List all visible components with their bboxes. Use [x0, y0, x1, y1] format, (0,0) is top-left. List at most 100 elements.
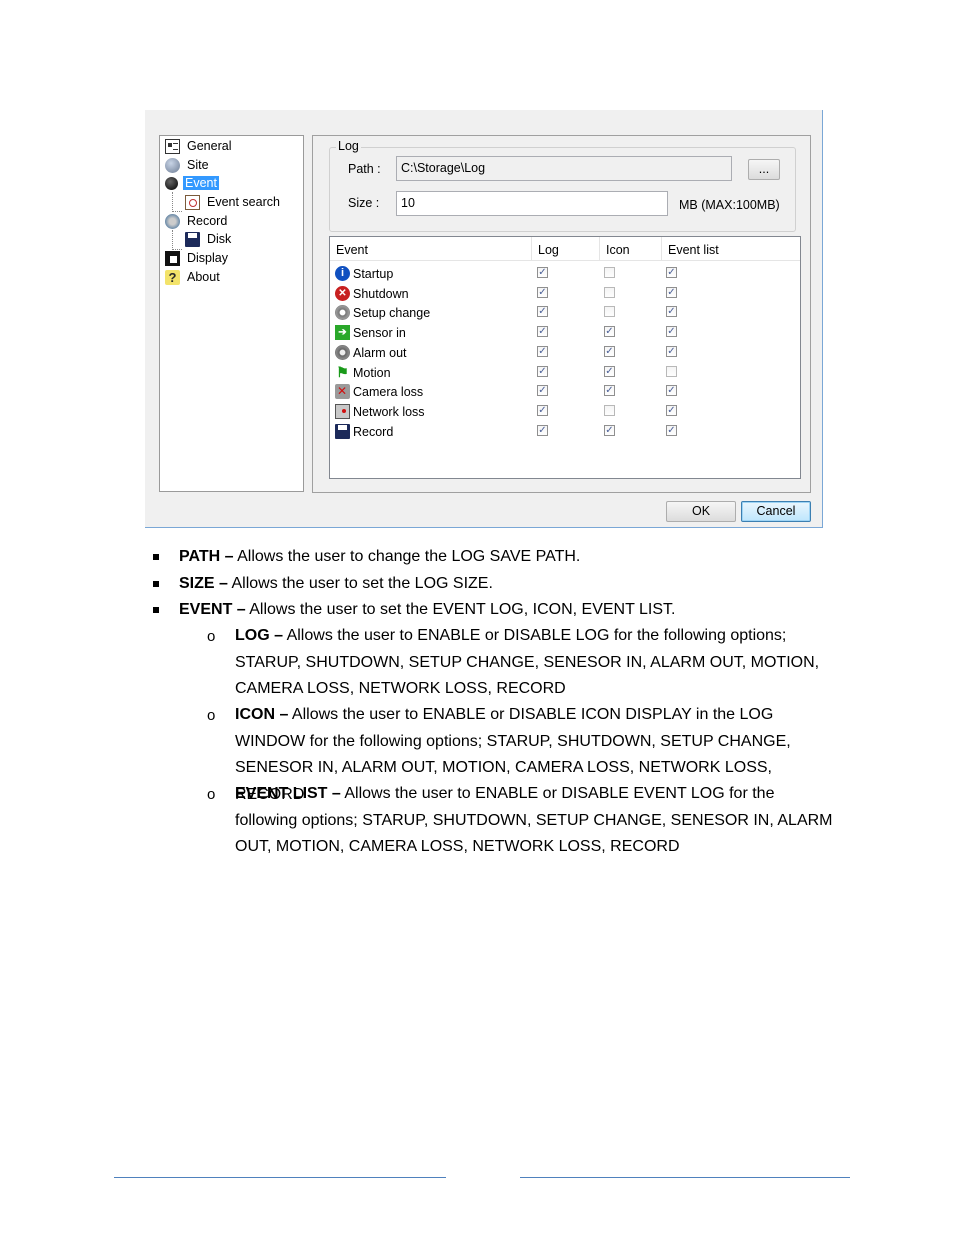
icon-checkbox[interactable]	[604, 267, 615, 278]
motion-icon: ⚑	[336, 363, 349, 380]
event-name: Setup change	[353, 306, 431, 321]
tree-connector	[172, 211, 182, 212]
footer-rule-right	[520, 1177, 850, 1178]
size-input[interactable]: 10	[396, 191, 668, 216]
event-list-view[interactable]: Event Log Icon Event list i Startup ✓ ✓ ✕ Shu…	[329, 236, 801, 479]
event-name: Record	[353, 424, 394, 439]
event-name: Shutdown	[353, 286, 409, 301]
event-list-checkbox[interactable]: ✓	[666, 267, 677, 278]
ok-button[interactable]: OK	[666, 501, 736, 522]
bullet-square-icon	[153, 581, 159, 587]
cancel-button[interactable]: Cancel	[741, 501, 811, 522]
icon-checkbox[interactable]: ✓	[604, 345, 615, 357]
table-row[interactable]: Camera loss ✓ ✓ ✓	[330, 382, 800, 402]
tree-item-record[interactable]: Record	[165, 213, 229, 230]
log-checkbox[interactable]: ✓	[537, 385, 548, 397]
event-list-checkbox[interactable]	[666, 365, 677, 377]
tree-item-label: About	[187, 270, 220, 285]
sensor-in-icon: ➔	[335, 325, 350, 341]
bullet-text: Allows the user to change the LOG SAVE P…	[233, 548, 581, 565]
bullet-path: PATH – Allows the user to change the LOG…	[179, 548, 580, 566]
tree-item-label: Display	[187, 251, 228, 266]
log-checkbox[interactable]: ✓	[537, 286, 548, 298]
log-checkbox[interactable]: ✓	[537, 365, 548, 377]
column-header-event-list[interactable]: Event list	[662, 237, 800, 260]
icon-checkbox[interactable]: ✓	[604, 365, 615, 377]
sub-bullet-term: EVENT LIST –	[235, 785, 341, 802]
sub-bullet-marker: o	[207, 786, 216, 803]
log-checkbox[interactable]: ✓	[537, 267, 548, 278]
event-search-icon	[185, 195, 200, 211]
bullet-text: Allows the user to set the LOG SIZE.	[227, 575, 493, 592]
icon-checkbox[interactable]	[604, 286, 615, 298]
bullet-term: EVENT –	[179, 601, 246, 618]
sub-bullet-event-list: EVENT LIST – Allows the user to ENABLE o…	[235, 781, 835, 861]
browse-button[interactable]: ...	[748, 159, 780, 180]
table-row[interactable]: Setup change ✓ ✓	[330, 303, 800, 323]
log-groupbox: Log Path : C:\Storage\Log ... Size : 10 …	[329, 139, 796, 232]
icon-checkbox[interactable]: ✓	[604, 424, 615, 436]
event-list-checkbox[interactable]: ✓	[666, 326, 677, 338]
bullet-square-icon	[153, 554, 159, 560]
tree-item-label: Event search	[207, 195, 280, 210]
icon-checkbox[interactable]	[604, 306, 615, 318]
log-group-title: Log	[336, 139, 361, 153]
event-list-checkbox[interactable]: ✓	[666, 286, 677, 298]
sub-bullet-marker: o	[207, 707, 216, 724]
table-row[interactable]: ➔ Sensor in ✓ ✓ ✓	[330, 323, 800, 343]
icon-checkbox[interactable]: ✓	[604, 326, 615, 338]
column-header-icon[interactable]: Icon	[600, 237, 662, 260]
tree-item-general[interactable]: General	[165, 138, 233, 155]
table-row[interactable]: ⚑ Motion ✓ ✓	[330, 363, 800, 383]
log-checkbox[interactable]: ✓	[537, 404, 548, 416]
tree-item-event-search[interactable]: Event search	[185, 194, 282, 211]
table-row[interactable]: Network loss ✓ ✓	[330, 402, 800, 422]
event-icon	[165, 177, 178, 191]
disk-icon	[185, 232, 200, 248]
table-row[interactable]: Record ✓ ✓ ✓	[330, 422, 800, 442]
column-header-log[interactable]: Log	[532, 237, 600, 260]
column-header-event[interactable]: Event	[330, 237, 532, 260]
footer-rule-left	[114, 1177, 446, 1178]
tree-item-event[interactable]: Event	[165, 175, 219, 192]
bullet-event: EVENT – Allows the user to set the EVENT…	[179, 601, 675, 619]
tree-item-display[interactable]: Display	[165, 250, 230, 267]
tree-item-site[interactable]: Site	[165, 157, 211, 174]
path-label: Path :	[348, 162, 381, 176]
event-name: Network loss	[353, 404, 425, 419]
path-field[interactable]: C:\Storage\Log	[396, 156, 732, 181]
icon-checkbox[interactable]	[604, 404, 615, 416]
event-list-checkbox[interactable]: ✓	[666, 424, 677, 436]
bullet-term: SIZE –	[179, 575, 228, 592]
event-name: Alarm out	[353, 345, 407, 360]
sub-bullet-marker: o	[207, 628, 216, 645]
general-icon	[165, 139, 180, 155]
site-icon	[165, 158, 180, 174]
shutdown-icon: ✕	[335, 285, 350, 301]
info-icon: i	[335, 266, 350, 281]
settings-tree[interactable]: General Site Event Event search Record D…	[159, 135, 304, 492]
event-list-checkbox[interactable]: ✓	[666, 345, 677, 357]
bullet-text: Allows the user to set the EVENT LOG, IC…	[245, 601, 676, 618]
network-loss-icon	[335, 403, 350, 419]
tree-item-label: Disk	[207, 232, 232, 247]
log-checkbox[interactable]: ✓	[537, 424, 548, 436]
table-row[interactable]: i Startup ✓ ✓	[330, 264, 800, 284]
event-list-checkbox[interactable]: ✓	[666, 404, 677, 416]
icon-checkbox[interactable]: ✓	[604, 385, 615, 397]
event-table-header: Event Log Icon Event list	[330, 237, 800, 261]
tree-item-about[interactable]: ? About	[165, 269, 222, 286]
table-row[interactable]: Alarm out ✓ ✓ ✓	[330, 343, 800, 363]
sub-bullet-term: LOG –	[235, 627, 284, 644]
log-checkbox[interactable]: ✓	[537, 306, 548, 318]
table-row[interactable]: ✕ Shutdown ✓ ✓	[330, 284, 800, 304]
log-checkbox[interactable]: ✓	[537, 326, 548, 338]
record-disk-icon	[335, 423, 350, 439]
event-settings-pane: Log Path : C:\Storage\Log ... Size : 10 …	[312, 135, 811, 493]
log-checkbox[interactable]: ✓	[537, 345, 548, 357]
tree-item-disk[interactable]: Disk	[185, 231, 233, 248]
tree-item-label: Event	[183, 176, 219, 191]
event-list-checkbox[interactable]: ✓	[666, 306, 677, 318]
event-list-checkbox[interactable]: ✓	[666, 385, 677, 397]
sub-bullet-text: Allows the user to ENABLE or DISABLE LOG…	[235, 627, 820, 697]
